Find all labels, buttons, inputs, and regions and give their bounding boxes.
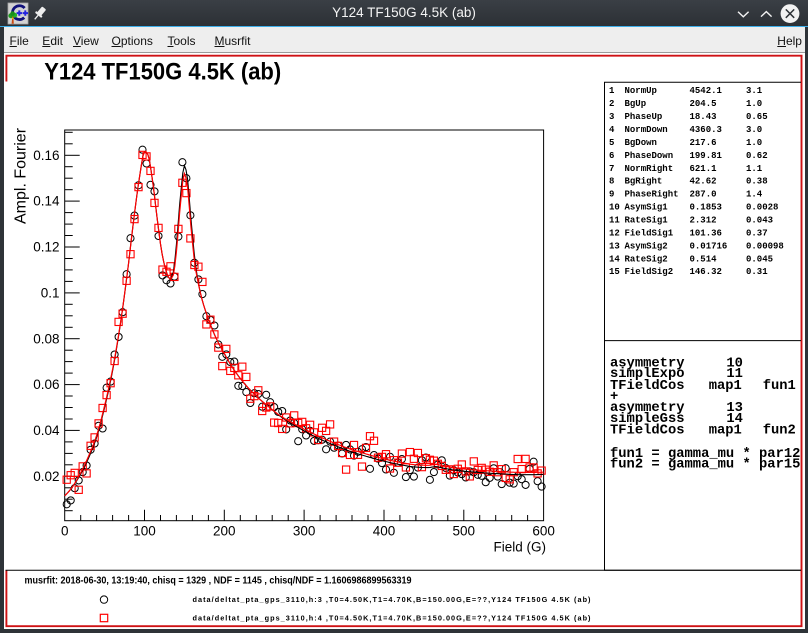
svg-text:Ampl. Fourier: Ampl. Fourier: [13, 127, 30, 224]
svg-text:300: 300: [293, 524, 316, 539]
svg-text:Y124 TF150G 4.5K (ab): Y124 TF150G 4.5K (ab): [44, 59, 281, 86]
svg-text:PhaseDown: PhaseDown: [625, 151, 674, 161]
svg-text:13: 13: [609, 241, 620, 251]
svg-text:5: 5: [609, 138, 614, 148]
svg-text:146.32: 146.32: [690, 267, 722, 277]
svg-text:BgUp: BgUp: [625, 99, 647, 109]
svg-text:6: 6: [609, 151, 614, 161]
svg-text:4360.3: 4360.3: [690, 125, 722, 135]
svg-text:1.0: 1.0: [746, 99, 762, 109]
svg-text:RateSig1: RateSig1: [625, 216, 669, 226]
svg-text:500: 500: [453, 524, 476, 539]
svg-text:NormRight: NormRight: [625, 164, 674, 174]
svg-text:0.37: 0.37: [746, 228, 768, 238]
svg-text:PhaseUp: PhaseUp: [625, 112, 663, 122]
svg-text:0: 0: [61, 524, 69, 539]
svg-text:fun2 = gamma_mu * par15: fun2 = gamma_mu * par15: [610, 457, 800, 473]
svg-text:AsymSig1: AsymSig1: [625, 203, 669, 213]
svg-text:600: 600: [532, 524, 555, 539]
svg-text:2.312: 2.312: [690, 216, 717, 226]
svg-text:42.62: 42.62: [690, 177, 717, 187]
svg-text:0.01716: 0.01716: [690, 241, 728, 251]
svg-text:287.0: 287.0: [690, 190, 717, 200]
svg-text:musrfit: 2018-06-30, 13:19:40,: musrfit: 2018-06-30, 13:19:40, chisq = 1…: [25, 576, 412, 587]
svg-text:15: 15: [609, 267, 620, 277]
svg-text:AsymSig2: AsymSig2: [625, 241, 668, 251]
svg-text:7: 7: [609, 164, 614, 174]
svg-text:1.4: 1.4: [746, 190, 763, 200]
svg-text:0.14: 0.14: [33, 194, 60, 209]
svg-text:400: 400: [373, 524, 396, 539]
svg-text:PhaseRight: PhaseRight: [625, 190, 679, 200]
svg-text:200: 200: [213, 524, 236, 539]
svg-text:9: 9: [609, 190, 614, 200]
svg-text:2: 2: [609, 99, 614, 109]
svg-text:NormUp: NormUp: [625, 86, 657, 96]
svg-text:FieldSig1: FieldSig1: [625, 228, 674, 238]
svg-text:0.1: 0.1: [41, 286, 60, 301]
svg-text:4: 4: [609, 125, 615, 135]
svg-text:11: 11: [609, 216, 620, 226]
svg-text:map1: map1: [709, 379, 742, 394]
svg-text:0.1853: 0.1853: [690, 203, 722, 213]
svg-text:4542.1: 4542.1: [690, 86, 723, 96]
svg-text:0.514: 0.514: [690, 254, 718, 264]
svg-text:BgRight: BgRight: [625, 177, 663, 187]
svg-text:0.12: 0.12: [33, 240, 59, 255]
svg-text:0.65: 0.65: [746, 112, 768, 122]
svg-text:14: 14: [609, 254, 620, 264]
svg-text:0.0028: 0.0028: [746, 203, 778, 213]
svg-text:fun1: fun1: [763, 378, 796, 394]
svg-text:3: 3: [609, 112, 614, 122]
svg-text:3.1: 3.1: [746, 86, 763, 96]
svg-text:0.043: 0.043: [746, 216, 773, 226]
svg-text:0.00098: 0.00098: [746, 241, 784, 251]
svg-text:217.6: 217.6: [690, 138, 717, 148]
svg-text:10: 10: [609, 203, 620, 213]
svg-text:18.43: 18.43: [690, 112, 717, 122]
svg-text:101.36: 101.36: [690, 228, 722, 238]
svg-text:621.1: 621.1: [690, 164, 718, 174]
svg-text:8: 8: [609, 177, 614, 187]
svg-text:0.02: 0.02: [33, 469, 59, 484]
svg-text:data/deltat_pta_gps_3110,h:4 ,: data/deltat_pta_gps_3110,h:4 ,T0=4.50K,T…: [193, 613, 592, 622]
svg-text:1.0: 1.0: [746, 138, 762, 148]
svg-text:TFieldCos: TFieldCos: [610, 423, 685, 439]
svg-text:BgDown: BgDown: [625, 138, 657, 148]
svg-text:199.81: 199.81: [690, 151, 723, 161]
svg-text:1.1: 1.1: [746, 164, 763, 174]
svg-text:0.62: 0.62: [746, 151, 768, 161]
svg-text:FieldSig2: FieldSig2: [625, 267, 674, 277]
svg-text:3.0: 3.0: [746, 125, 762, 135]
svg-text:fun2: fun2: [763, 423, 796, 439]
svg-text:0.31: 0.31: [746, 267, 768, 277]
svg-text:data/deltat_pta_gps_3110,h:3 ,: data/deltat_pta_gps_3110,h:3 ,T0=4.50K,T…: [193, 595, 592, 604]
svg-text:NormDown: NormDown: [625, 125, 668, 135]
svg-text:map1: map1: [709, 424, 742, 439]
svg-text:Field (G): Field (G): [493, 540, 546, 555]
svg-text:12: 12: [609, 228, 620, 238]
svg-text:RateSig2: RateSig2: [625, 254, 668, 264]
svg-text:1: 1: [609, 86, 615, 96]
svg-text:0.16: 0.16: [33, 148, 59, 163]
svg-text:0.06: 0.06: [33, 377, 59, 392]
svg-text:0.38: 0.38: [746, 177, 768, 187]
svg-text:204.5: 204.5: [690, 99, 717, 109]
svg-text:0.045: 0.045: [746, 254, 773, 264]
svg-text:0.08: 0.08: [33, 331, 59, 346]
svg-text:TFieldCos: TFieldCos: [610, 378, 685, 394]
svg-text:0.04: 0.04: [33, 423, 60, 438]
svg-text:100: 100: [133, 524, 156, 539]
